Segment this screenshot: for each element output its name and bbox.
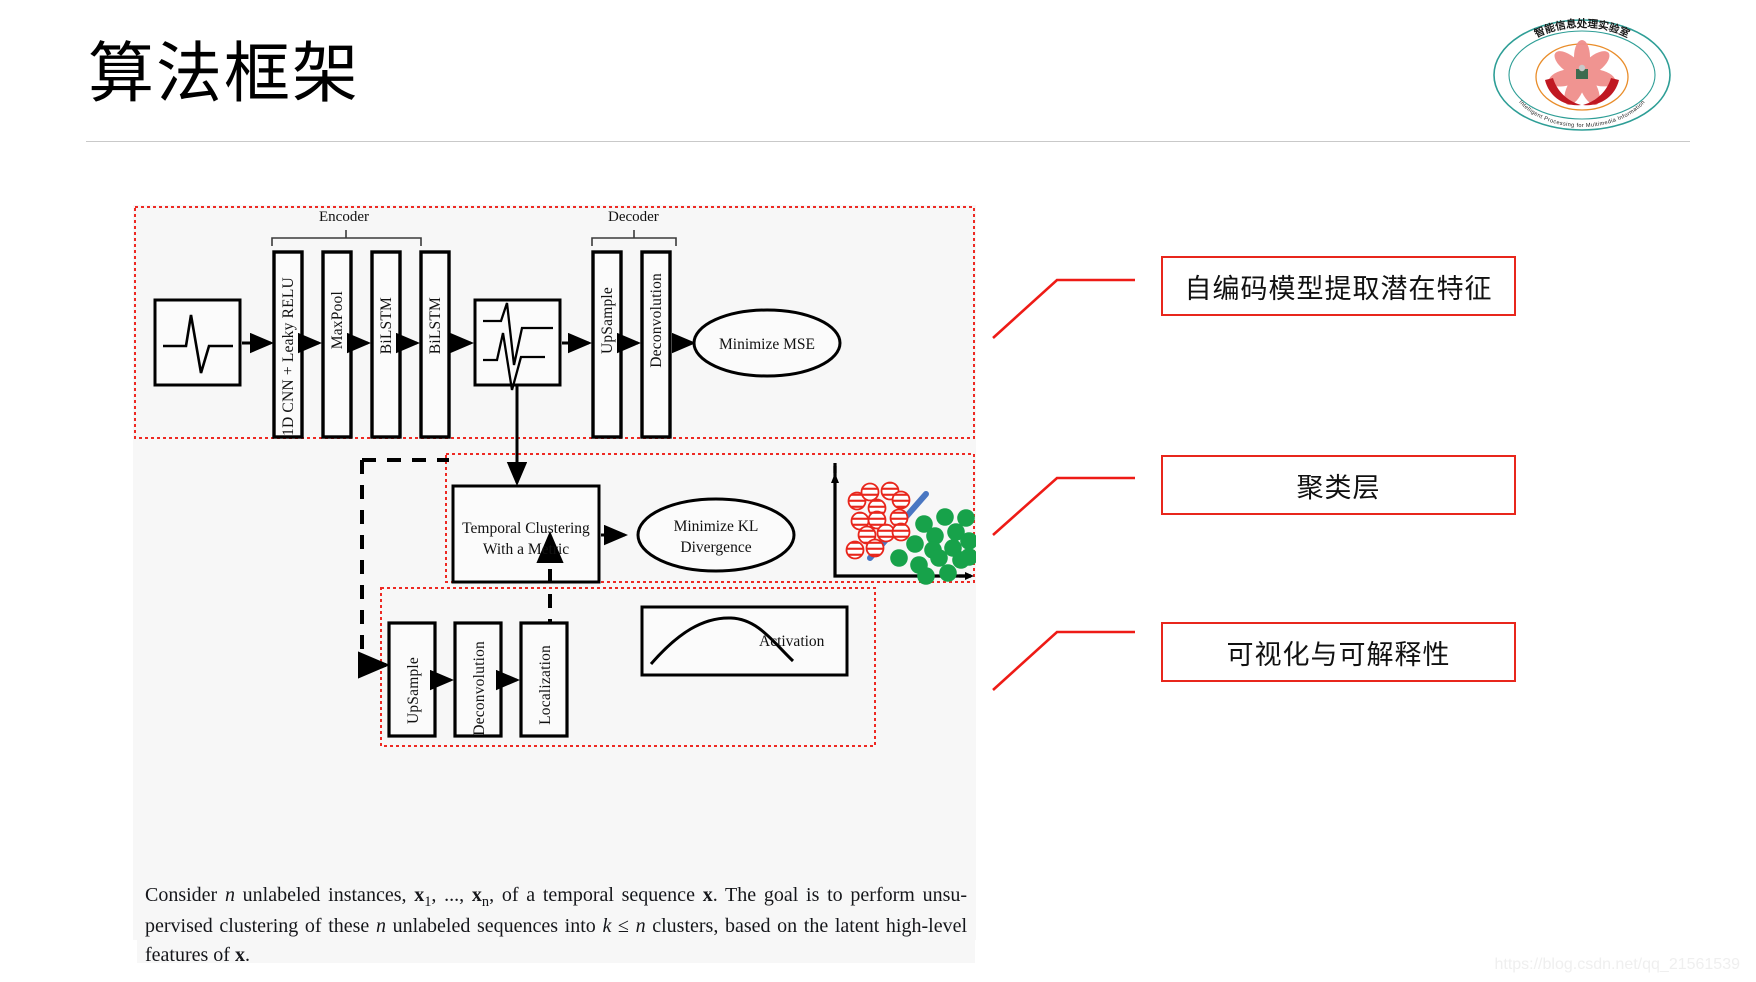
lab-logo-graphic: 智能信息处理实验室 Intelligent Processing for Mul…: [1493, 17, 1671, 131]
callout-visualization-label: 可视化与可解释性: [1226, 639, 1451, 670]
figure-graphics: [134, 206, 976, 747]
leader-line-1: [992, 278, 1135, 339]
block-label-upsample-dec: UpSample: [599, 287, 616, 355]
callout-clustering-label: 聚类层: [1296, 472, 1381, 503]
figure-caption: Consider n unlabeled instances, x1, ...,…: [137, 871, 975, 966]
leader-line-2: [992, 476, 1135, 536]
ellipse-label-mse: Minimize MSE: [718, 336, 815, 353]
block-label-bilstm-2: BiLSTM: [427, 297, 444, 355]
ellipse-label-kl-line2: Divergence: [680, 539, 752, 556]
group-label-decoder: Decoder: [608, 209, 659, 225]
group-label-encoder: Encoder: [319, 209, 369, 225]
callout-clustering[interactable]: 聚类层: [1161, 455, 1516, 515]
watermark: https://blog.csdn.net/qq_21561539: [1494, 956, 1740, 973]
title-divider: [86, 141, 1690, 142]
architecture-figure: Encoder Decoder 1D CNN + Leaky RELU MaxP…: [133, 205, 976, 940]
block-label-upsample-bottom: UpSample: [405, 657, 422, 725]
block-label-cnn: 1D CNN + Leaky RELU: [280, 277, 297, 436]
block-label-deconvolution-bottom: Deconvolution: [471, 641, 488, 736]
callout-leaders: [992, 278, 1135, 691]
block-label-maxpool: MaxPool: [329, 291, 346, 350]
block-label-localization-bottom: Localization: [537, 645, 554, 725]
page-title: 算法框架: [88, 36, 360, 110]
lab-logo: 智能信息处理实验室 Intelligent Processing for Mul…: [1487, 17, 1677, 133]
callout-autoencoder-label: 自编码模型提取潜在特征: [1184, 273, 1493, 304]
slide-root: 算法框架 智能信息处理实验室 Intelligent Processing fo…: [0, 0, 1756, 982]
callout-autoencoder[interactable]: 自编码模型提取潜在特征: [1161, 256, 1516, 316]
cluster-box-label-line1: Temporal Clustering: [462, 520, 590, 537]
block-label-bilstm-1: BiLSTM: [378, 297, 395, 355]
activation-label: Activation: [759, 633, 825, 650]
callout-visualization[interactable]: 可视化与可解释性: [1161, 622, 1516, 682]
caption-text: Consider n unlabeled instances, x1, ...,…: [145, 884, 968, 966]
ellipse-label-kl-line1: Minimize KL: [673, 518, 759, 535]
cluster-box-label-line2: With a Metric: [482, 541, 570, 558]
feedback-path-left: [358, 460, 390, 679]
leader-line-3: [992, 630, 1135, 691]
block-label-deconvolution-dec: Deconvolution: [648, 273, 665, 368]
scatter-cluster-a: [845, 481, 911, 560]
